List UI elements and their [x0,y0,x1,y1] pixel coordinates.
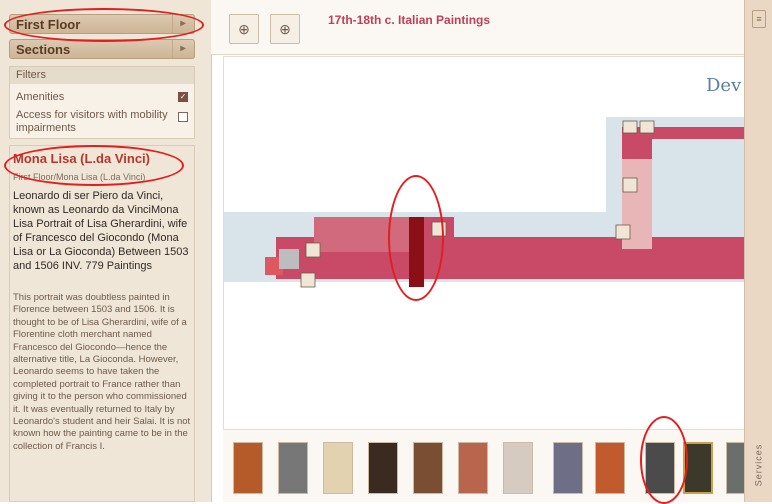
annotation-oval-artwork-title [4,145,184,186]
thumb-8[interactable] [553,442,583,494]
artwork-description: Leonardo di ser Piero da Vinci, known as… [13,190,189,272]
thumb-9[interactable] [595,442,625,494]
services-panel[interactable]: ≡ Services [744,0,772,502]
annotation-oval-thumbnail [640,416,688,504]
filters-panel: Filters Amenities ✓ Access for visitors … [9,66,195,139]
thumb-6[interactable] [458,442,488,494]
map-toolbar: ⊕ ⊕ 17th-18th c. Italian Paintings [211,0,744,55]
thumb-5[interactable] [413,442,443,494]
annotation-oval-first-floor [4,8,204,42]
filters-title: Filters [10,67,194,84]
thumb-7[interactable] [503,442,533,494]
section-title: 17th-18th c. Italian Paintings [328,13,491,27]
artwork-body: This portrait was doubtless painted in F… [13,292,191,452]
louvre-map-app: First Floor ▸ Sections ▸ Filters Ameniti… [0,0,772,504]
floor-plan-svg [224,117,745,288]
thumb-2[interactable] [278,442,308,494]
thumb-4[interactable] [368,442,398,494]
chevron-right-icon: ▸ [172,40,189,58]
filter-amenities-checkbox[interactable]: ✓ [178,92,188,102]
filter-mobility-label: Access for visitors with mobility impair… [16,109,168,134]
filter-amenities-label: Amenities [16,91,65,103]
zoom-out-button[interactable]: ⊕ [229,14,259,44]
thumb-1[interactable] [233,442,263,494]
accordion-sections-label: Sections [16,42,71,57]
filter-mobility-checkbox[interactable] [178,112,188,122]
annotation-oval-map-room [388,175,444,301]
floor-map[interactable]: Dev [223,56,746,430]
left-sidebar: First Floor ▸ Sections ▸ Filters Ameniti… [0,0,212,502]
menu-icon[interactable]: ≡ [752,10,766,28]
accordion-sections[interactable]: Sections ▸ [9,39,195,59]
zoom-in-button[interactable]: ⊕ [270,14,300,44]
artwork-info-panel: Mona Lisa (L.da Vinci) First Floor/Mona … [9,145,195,502]
zoom-in-icon: ⊕ [279,21,291,37]
services-label: Services [753,443,764,487]
thumb-3[interactable] [323,442,353,494]
zoom-out-icon: ⊕ [238,21,250,37]
